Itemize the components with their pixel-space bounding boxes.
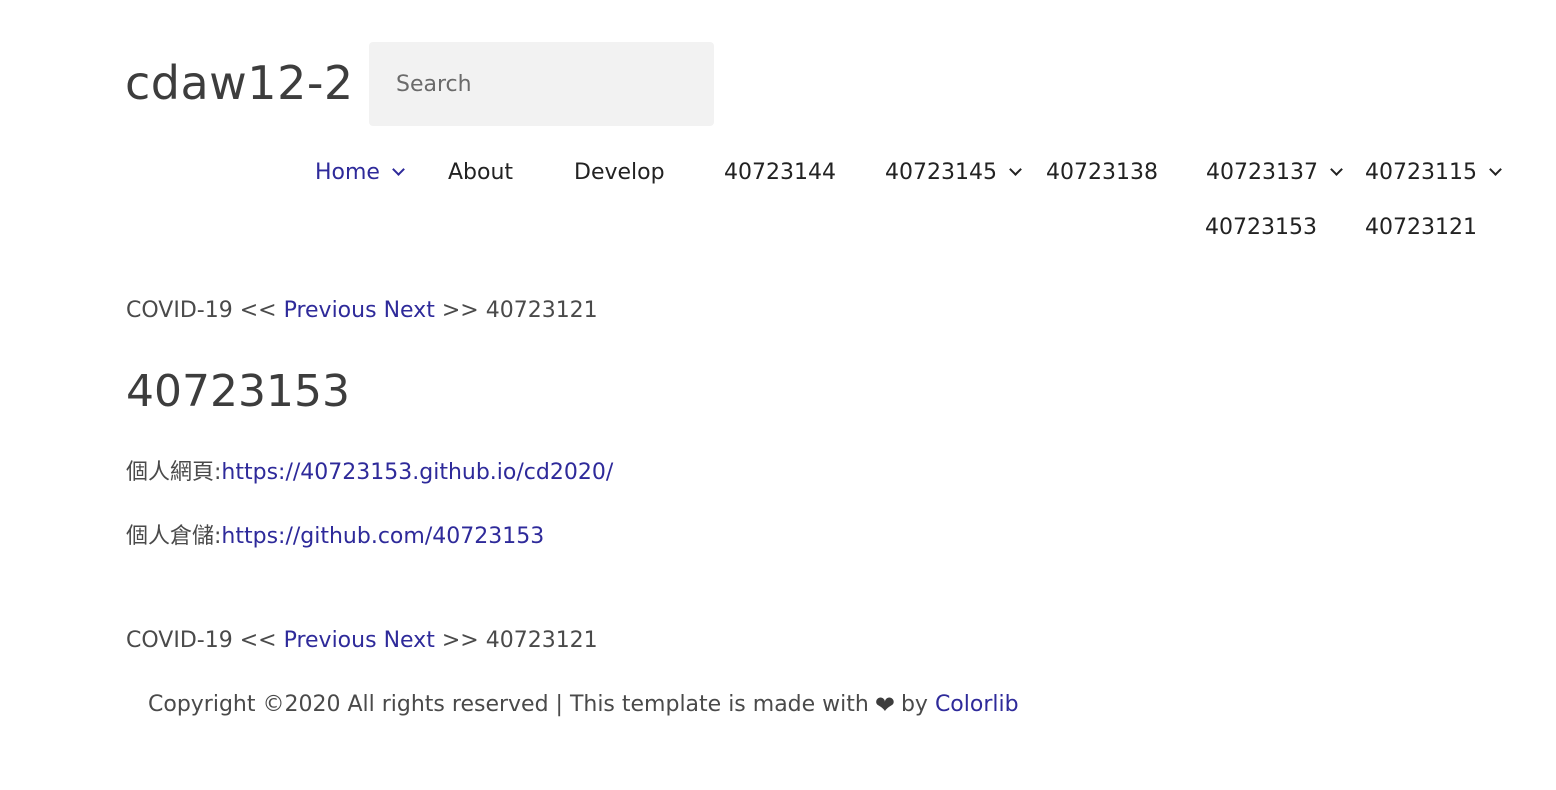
nav-item-about[interactable]: About <box>448 158 513 188</box>
nav-item-label: Develop <box>574 160 665 185</box>
personal-repo-line: 個人倉儲:https://github.com/40723153 <box>126 521 544 553</box>
footer: Copyright ©2020 All rights reserved | Th… <box>148 689 1019 721</box>
prev-arrows: << <box>239 298 277 323</box>
nav-item-label: About <box>448 160 514 185</box>
post-navigation-top: COVID-19 << Previous Next >> 40723121 <box>126 296 598 326</box>
personal-page-line: 個人網頁:https://40723153.github.io/cd2020/ <box>126 457 613 489</box>
nav-item-40723115[interactable]: 40723115 <box>1365 158 1502 188</box>
nav-item-label: 40723121 <box>1365 215 1477 240</box>
chevron-down-icon <box>1009 163 1022 176</box>
site-title[interactable]: cdaw12-2 <box>125 52 354 114</box>
personal-page-label: 個人網頁: <box>126 460 222 485</box>
nav-item-label: 40723115 <box>1365 160 1477 185</box>
page-title: 40723153 <box>126 366 350 417</box>
nav-item-40723153[interactable]: 40723153 <box>1205 213 1317 243</box>
nav-item-40723144[interactable]: 40723144 <box>724 158 836 188</box>
nav-item-develop[interactable]: Develop <box>574 158 665 188</box>
next-post-title: 40723121 <box>485 298 598 323</box>
nav-item-label: Home <box>315 160 380 185</box>
chevron-down-icon <box>1489 163 1502 176</box>
prev-arrows: << <box>239 628 277 653</box>
personal-repo-label: 個人倉儲: <box>126 524 222 549</box>
next-post-title: 40723121 <box>485 628 598 653</box>
nav-item-label: 40723145 <box>885 160 997 185</box>
post-navigation-bottom: COVID-19 << Previous Next >> 40723121 <box>126 626 598 656</box>
prev-post-title: COVID-19 <box>126 628 233 653</box>
previous-link[interactable]: Previous <box>284 628 377 653</box>
nav-item-label: 40723138 <box>1046 160 1158 185</box>
nav-item-home[interactable]: Home <box>315 158 405 188</box>
colorlib-link[interactable]: Colorlib <box>935 689 1019 721</box>
chevron-down-icon <box>1330 163 1343 176</box>
next-link[interactable]: Next <box>384 628 435 653</box>
nav-item-40723121[interactable]: 40723121 <box>1365 213 1477 243</box>
nav-item-40723145[interactable]: 40723145 <box>885 158 1022 188</box>
copyright-text: Copyright ©2020 All rights reserved | Th… <box>148 692 869 717</box>
nav-item-40723137[interactable]: 40723137 <box>1206 158 1343 188</box>
next-arrows: >> <box>441 298 479 323</box>
prev-post-title: COVID-19 <box>126 298 233 323</box>
personal-page-link[interactable]: https://40723153.github.io/cd2020/ <box>221 460 613 485</box>
next-arrows: >> <box>441 628 479 653</box>
chevron-down-icon <box>392 163 405 176</box>
next-link[interactable]: Next <box>384 298 435 323</box>
nav-item-40723138[interactable]: 40723138 <box>1046 158 1158 188</box>
nav-item-label: 40723137 <box>1206 160 1318 185</box>
search-input[interactable] <box>369 42 714 126</box>
personal-repo-link[interactable]: https://github.com/40723153 <box>221 524 544 549</box>
previous-link[interactable]: Previous <box>284 298 377 323</box>
footer-by: by <box>900 692 928 717</box>
nav-item-label: 40723153 <box>1205 215 1317 240</box>
nav-item-label: 40723144 <box>724 160 836 185</box>
heart-icon: ❤ <box>874 691 895 719</box>
